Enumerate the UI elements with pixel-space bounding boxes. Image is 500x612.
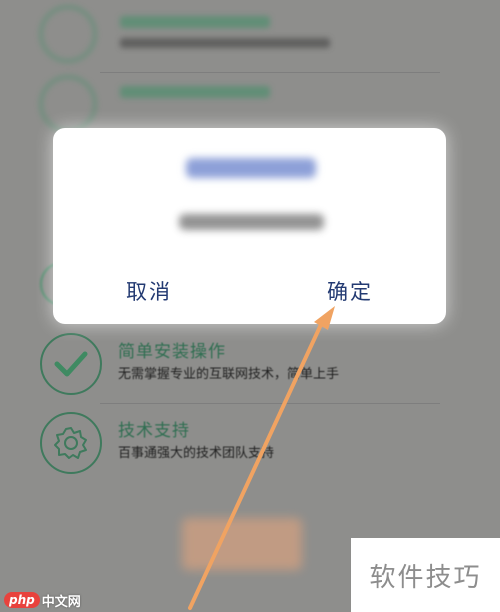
- site-name: 中文网: [41, 594, 81, 610]
- brand-text: 软件技巧: [369, 562, 482, 593]
- php-logo: php: [4, 592, 40, 608]
- site-watermark: php 中文网: [4, 591, 81, 610]
- brand-watermark: 软件技巧: [351, 538, 500, 612]
- pointer-arrow-icon: [188, 306, 335, 610]
- app-screen: 简单安装操作 无需掌握专业的互联网技术，简单上手 技术支持 百事通强大的技术团队…: [0, 0, 500, 612]
